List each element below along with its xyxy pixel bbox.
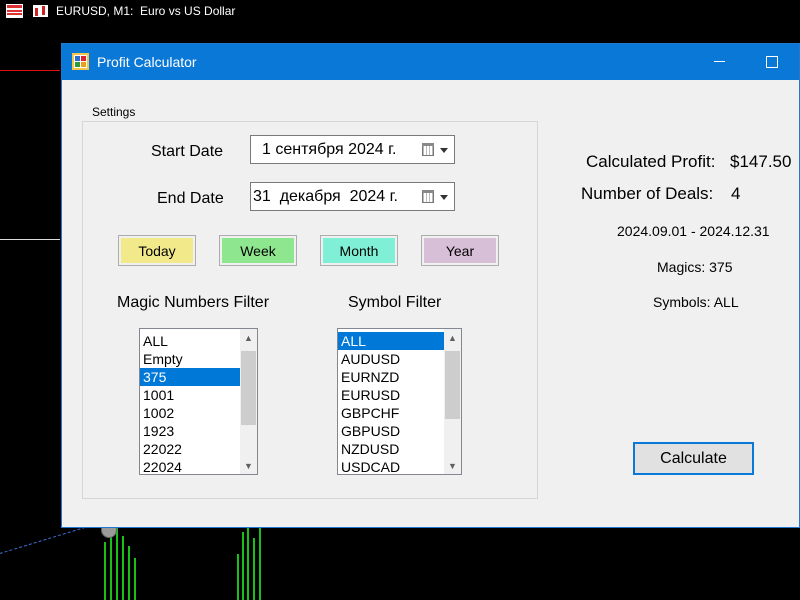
- start-date-picker[interactable]: 1 сентября 2024 г.: [250, 135, 455, 164]
- magic-scrollbar[interactable]: ▲ ▼: [240, 329, 257, 474]
- scroll-down-icon[interactable]: ▼: [240, 457, 257, 474]
- candle: [122, 536, 124, 600]
- profit-label: Calculated Profit:: [586, 152, 716, 171]
- calculate-button[interactable]: Calculate: [633, 442, 754, 475]
- candle: [128, 546, 130, 600]
- settings-group-label: Settings: [90, 105, 138, 119]
- candle: [242, 532, 244, 600]
- today-button[interactable]: Today: [118, 235, 196, 266]
- candles-area: [100, 528, 300, 600]
- year-button[interactable]: Year: [421, 235, 499, 266]
- candle: [259, 528, 261, 600]
- end-date-picker[interactable]: 31 декабря 2024 г.: [250, 182, 455, 211]
- title-bar[interactable]: Profit Calculator: [62, 44, 799, 80]
- maximize-button[interactable]: [757, 50, 787, 74]
- price-level-line[interactable]: [0, 70, 60, 71]
- chevron-down-icon[interactable]: [440, 148, 448, 153]
- symbols-summary: Symbols: ALL: [653, 294, 739, 310]
- calculate-button-label: Calculate: [660, 449, 727, 467]
- week-button[interactable]: Week: [219, 235, 297, 266]
- start-date-label: Start Date: [151, 143, 224, 160]
- scroll-up-icon[interactable]: ▲: [240, 329, 257, 346]
- symbol-filter-label: Symbol Filter: [348, 294, 442, 311]
- week-button-label: Week: [240, 242, 276, 259]
- profit-calculator-window: Profit Calculator Settings Start Date 1 …: [61, 43, 800, 528]
- end-date-label: End Date: [157, 190, 224, 207]
- candle: [116, 528, 118, 600]
- symbol-list-item[interactable]: GBPUSD: [338, 422, 461, 440]
- candle: [247, 528, 249, 600]
- magics-summary: Magics: 375: [657, 259, 733, 275]
- deals-label: Number of Deals:: [581, 184, 714, 203]
- candle: [110, 532, 112, 600]
- symbol-listbox[interactable]: ALL AUDUSD EURNZD EURUSD GBPCHF GBPUSD NZDUSD U…: [337, 328, 462, 475]
- symbol-list-item[interactable]: GBPCHF: [338, 404, 461, 422]
- magic-numbers-listbox[interactable]: ALL Empty 375 1001 1002 1923 22022 22024 ▲ ▼: [139, 328, 258, 475]
- candle: [237, 554, 239, 600]
- scroll-thumb[interactable]: [445, 351, 460, 419]
- symbol-items: ALL AUDUSD EURNZD EURUSD GBPCHF GBPUSD NZDUSD U…: [338, 329, 461, 474]
- chevron-down-icon[interactable]: [440, 195, 448, 200]
- symbol-list-item[interactable]: EURNZD: [338, 368, 461, 386]
- minimize-icon: [714, 61, 725, 62]
- chart-title: EURUSD, M1: Euro vs US Dollar: [56, 4, 236, 18]
- bar-chart-icon[interactable]: [33, 5, 48, 17]
- minimize-button[interactable]: [705, 50, 735, 74]
- scroll-thumb[interactable]: [241, 351, 256, 425]
- symbol-scrollbar[interactable]: ▲ ▼: [444, 329, 461, 474]
- symbol-list-item[interactable]: USDCAD: [338, 458, 461, 474]
- candle: [104, 542, 106, 600]
- calendar-icon[interactable]: [422, 190, 434, 203]
- month-button-label: Month: [339, 242, 379, 259]
- year-button-label: Year: [445, 242, 475, 259]
- app-icon: [72, 53, 89, 70]
- scroll-up-icon[interactable]: ▲: [444, 329, 461, 346]
- start-date-value: 1 сентября 2024 г.: [262, 141, 397, 158]
- scroll-down-icon[interactable]: ▼: [444, 457, 461, 474]
- date-range-text: 2024.09.01 - 2024.12.31: [617, 223, 770, 239]
- symbol-list-item[interactable]: AUDUSD: [338, 350, 461, 368]
- profit-value: $147.50: [730, 152, 792, 171]
- candle: [253, 538, 255, 600]
- month-button[interactable]: Month: [320, 235, 398, 266]
- grid-level-line: [0, 239, 60, 240]
- maximize-icon: [766, 56, 778, 68]
- symbol-list-item[interactable]: ALL: [338, 332, 461, 350]
- symbol-list-item[interactable]: NZDUSD: [338, 440, 461, 458]
- chart-header: EURUSD, M1: Euro vs US Dollar: [0, 0, 800, 22]
- symbol-list-item[interactable]: EURUSD: [338, 386, 461, 404]
- table-icon[interactable]: [6, 4, 23, 18]
- today-button-label: Today: [138, 242, 176, 259]
- candle: [134, 558, 136, 600]
- window-title: Profit Calculator: [97, 54, 197, 70]
- calendar-icon[interactable]: [422, 143, 434, 156]
- deals-value: 4: [731, 184, 741, 203]
- magic-filter-label: Magic Numbers Filter: [117, 294, 270, 311]
- end-date-value: 31 декабря 2024 г.: [253, 188, 398, 205]
